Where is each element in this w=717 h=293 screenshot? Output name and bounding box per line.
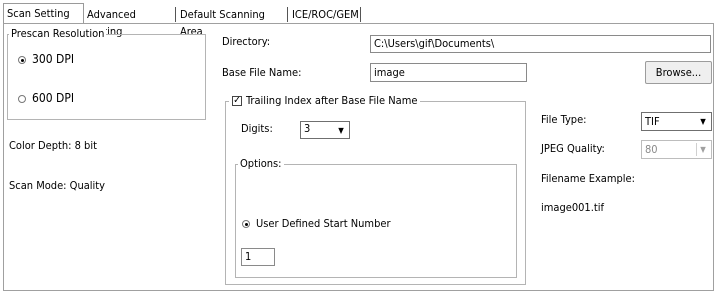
digits-value: 3 [304,122,311,135]
prescan-resolution-legend: Prescan Resolution [9,27,107,40]
file-type-label: File Type: [541,113,587,126]
browse-button[interactable]: Browse... [645,61,712,84]
radio-300-dpi[interactable] [18,56,26,64]
trailing-index-legend[interactable]: Trailing Index after Base File Name [246,94,417,107]
color-depth-text: Color Depth: 8 bit [9,139,97,152]
scan-mode-text: Scan Mode: Quality [9,179,106,192]
directory-label: Directory: [222,35,271,48]
file-type-value: TIF [645,115,660,128]
user-defined-start-label[interactable]: User Defined Start Number [256,217,391,230]
trailing-index-checkbox[interactable]: ✓ [232,96,242,106]
tab-separator [175,7,176,22]
radio-600-dpi-label[interactable]: 600 DPI [32,91,74,105]
tab-advanced-setting[interactable]: Advanced Setting [84,6,175,38]
tab-separator [287,7,288,22]
base-file-name-input[interactable]: image [370,63,527,82]
digits-select[interactable]: 3 ▼ [300,121,350,139]
directory-input[interactable]: C:\Users\gif\Documents\ [370,35,711,53]
chevron-down-icon[interactable]: ▼ [335,124,347,137]
chevron-down-icon[interactable]: ▼ [697,115,709,128]
trailing-index-legend-wrap: Trailing Index after Base File Name [229,94,421,107]
tab-separator [360,7,361,22]
start-number-input[interactable]: 1 [241,248,275,266]
radio-user-defined-start[interactable] [242,220,250,228]
jpeg-quality-value: 80 [645,143,658,156]
tab-default-scanning-area[interactable]: Default Scanning Area [177,6,287,38]
tab-ice-roc-gem[interactable]: ICE/ROC/GEM [289,6,360,23]
filename-example-value: image001.tif [541,201,604,214]
radio-300-dpi-label[interactable]: 300 DPI [32,52,74,66]
prescan-resolution-group [7,34,206,120]
filename-example-label: Filename Example: [541,172,635,185]
options-legend: Options: [238,157,284,170]
tab-scan-setting[interactable]: Scan Setting [3,3,84,24]
chevron-down-icon[interactable]: ▼ [696,143,709,156]
jpeg-quality-label: JPEG Quality: [541,142,605,155]
tab-strip: Scan Setting Advanced Setting Default Sc… [0,0,717,38]
radio-600-dpi[interactable] [18,95,26,103]
file-type-select[interactable]: TIF ▼ [641,112,712,131]
base-file-name-label: Base File Name: [222,66,302,79]
jpeg-quality-select[interactable]: 80 ▼ [641,140,712,159]
digits-label: Digits: [241,122,273,135]
